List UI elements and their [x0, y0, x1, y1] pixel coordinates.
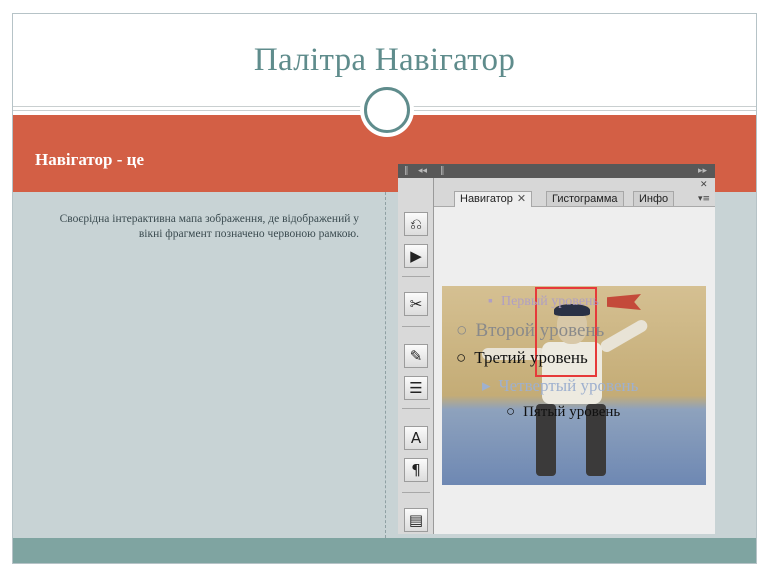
- subheading: Навігатор - це: [35, 150, 144, 169]
- overlay-level-2: ○ Второй уровень: [456, 320, 604, 342]
- navigator-thumbnail[interactable]: ▪ Первый уровень ○ Второй уровень ○ Третий …: [442, 286, 706, 485]
- circle-bullet-icon: ○: [506, 404, 516, 420]
- overlay-level-3: ○ Третий уровень: [456, 348, 588, 368]
- character-icon[interactable]: A: [404, 426, 428, 450]
- panel-dock-toolbar: ⎌ ▶ ✂ ✎ ☰ A ¶ ▤: [398, 178, 434, 534]
- grip-icon: ‖: [404, 166, 409, 176]
- overlay-level-5: ○ Пятый уровень: [506, 404, 620, 421]
- toolbar-separator: [402, 408, 430, 409]
- brush-preset-icon[interactable]: ✎: [404, 344, 428, 368]
- triangle-bullet-icon: ▸: [482, 376, 491, 395]
- circle-bullet-icon: ○: [456, 320, 468, 341]
- toolbar-separator: [402, 276, 430, 277]
- circle-bullet-icon: ○: [456, 348, 467, 367]
- tab-info[interactable]: Инфо: [633, 191, 675, 206]
- navigator-panel: Навигатор ✕ Гистограмма Инфо ✕ ▾≡ ▪ Первый…: [434, 178, 715, 534]
- tab-navigator-label: Навигатор: [460, 193, 513, 205]
- overlay-level-2-text: Второй уровень: [475, 320, 605, 341]
- overlay-level-4-text: Четвертый уровень: [498, 376, 639, 395]
- grip-icon-2: ‖: [440, 166, 445, 176]
- collapse-right-icon[interactable]: ▸▸: [698, 164, 707, 178]
- title-divider-right-2: [411, 110, 756, 111]
- overlay-level-5-text: Пятый уровень: [523, 404, 621, 420]
- slide-title: Палітра Навігатор: [253, 42, 516, 78]
- tab-histogram[interactable]: Гистограмма: [546, 191, 624, 206]
- tab-navigator[interactable]: Навигатор ✕: [454, 191, 533, 207]
- clone-source-icon[interactable]: ☰: [404, 376, 428, 400]
- flag-shape: [607, 294, 641, 310]
- toolbar-separator: [402, 492, 430, 493]
- circle-ornament: [364, 87, 410, 133]
- title-divider-left-2: [13, 110, 361, 111]
- bottom-band: [13, 538, 756, 563]
- history-brush-icon[interactable]: ⎌: [404, 212, 428, 236]
- overlay-level-3-text: Третий уровень: [474, 348, 588, 367]
- close-icon[interactable]: ✕: [517, 193, 526, 205]
- bullet-icon: ▪: [488, 294, 493, 309]
- description-text: Своєрідна інтерактивна мапа зображення, …: [59, 213, 359, 240]
- panel-top-strip: ‖ ◂◂ ‖ ▸▸: [398, 164, 715, 178]
- panel-tabbar: Навигатор ✕ Гистограмма Инфо ✕ ▾≡: [434, 178, 715, 207]
- overlay-level-1: ▪ Первый уровень: [488, 294, 599, 310]
- notes-icon[interactable]: ▤: [404, 508, 428, 532]
- column-divider: [385, 192, 386, 538]
- toolbar-separator: [402, 326, 430, 327]
- panel-close-icon[interactable]: ✕: [700, 180, 708, 190]
- panel-menu-icon[interactable]: ▾≡: [698, 194, 710, 204]
- paragraph-icon[interactable]: ¶: [404, 458, 428, 482]
- play-action-icon[interactable]: ▶: [404, 244, 428, 268]
- title-divider-left: [13, 106, 361, 107]
- collapse-left-icon[interactable]: ◂◂: [418, 164, 427, 178]
- tools-icon[interactable]: ✂: [404, 292, 428, 316]
- overlay-level-4: ▸ Четвертый уровень: [482, 376, 638, 396]
- overlay-level-1-text: Первый уровень: [500, 294, 599, 309]
- title-divider-right: [411, 106, 756, 107]
- figure-arm-right: [598, 317, 650, 355]
